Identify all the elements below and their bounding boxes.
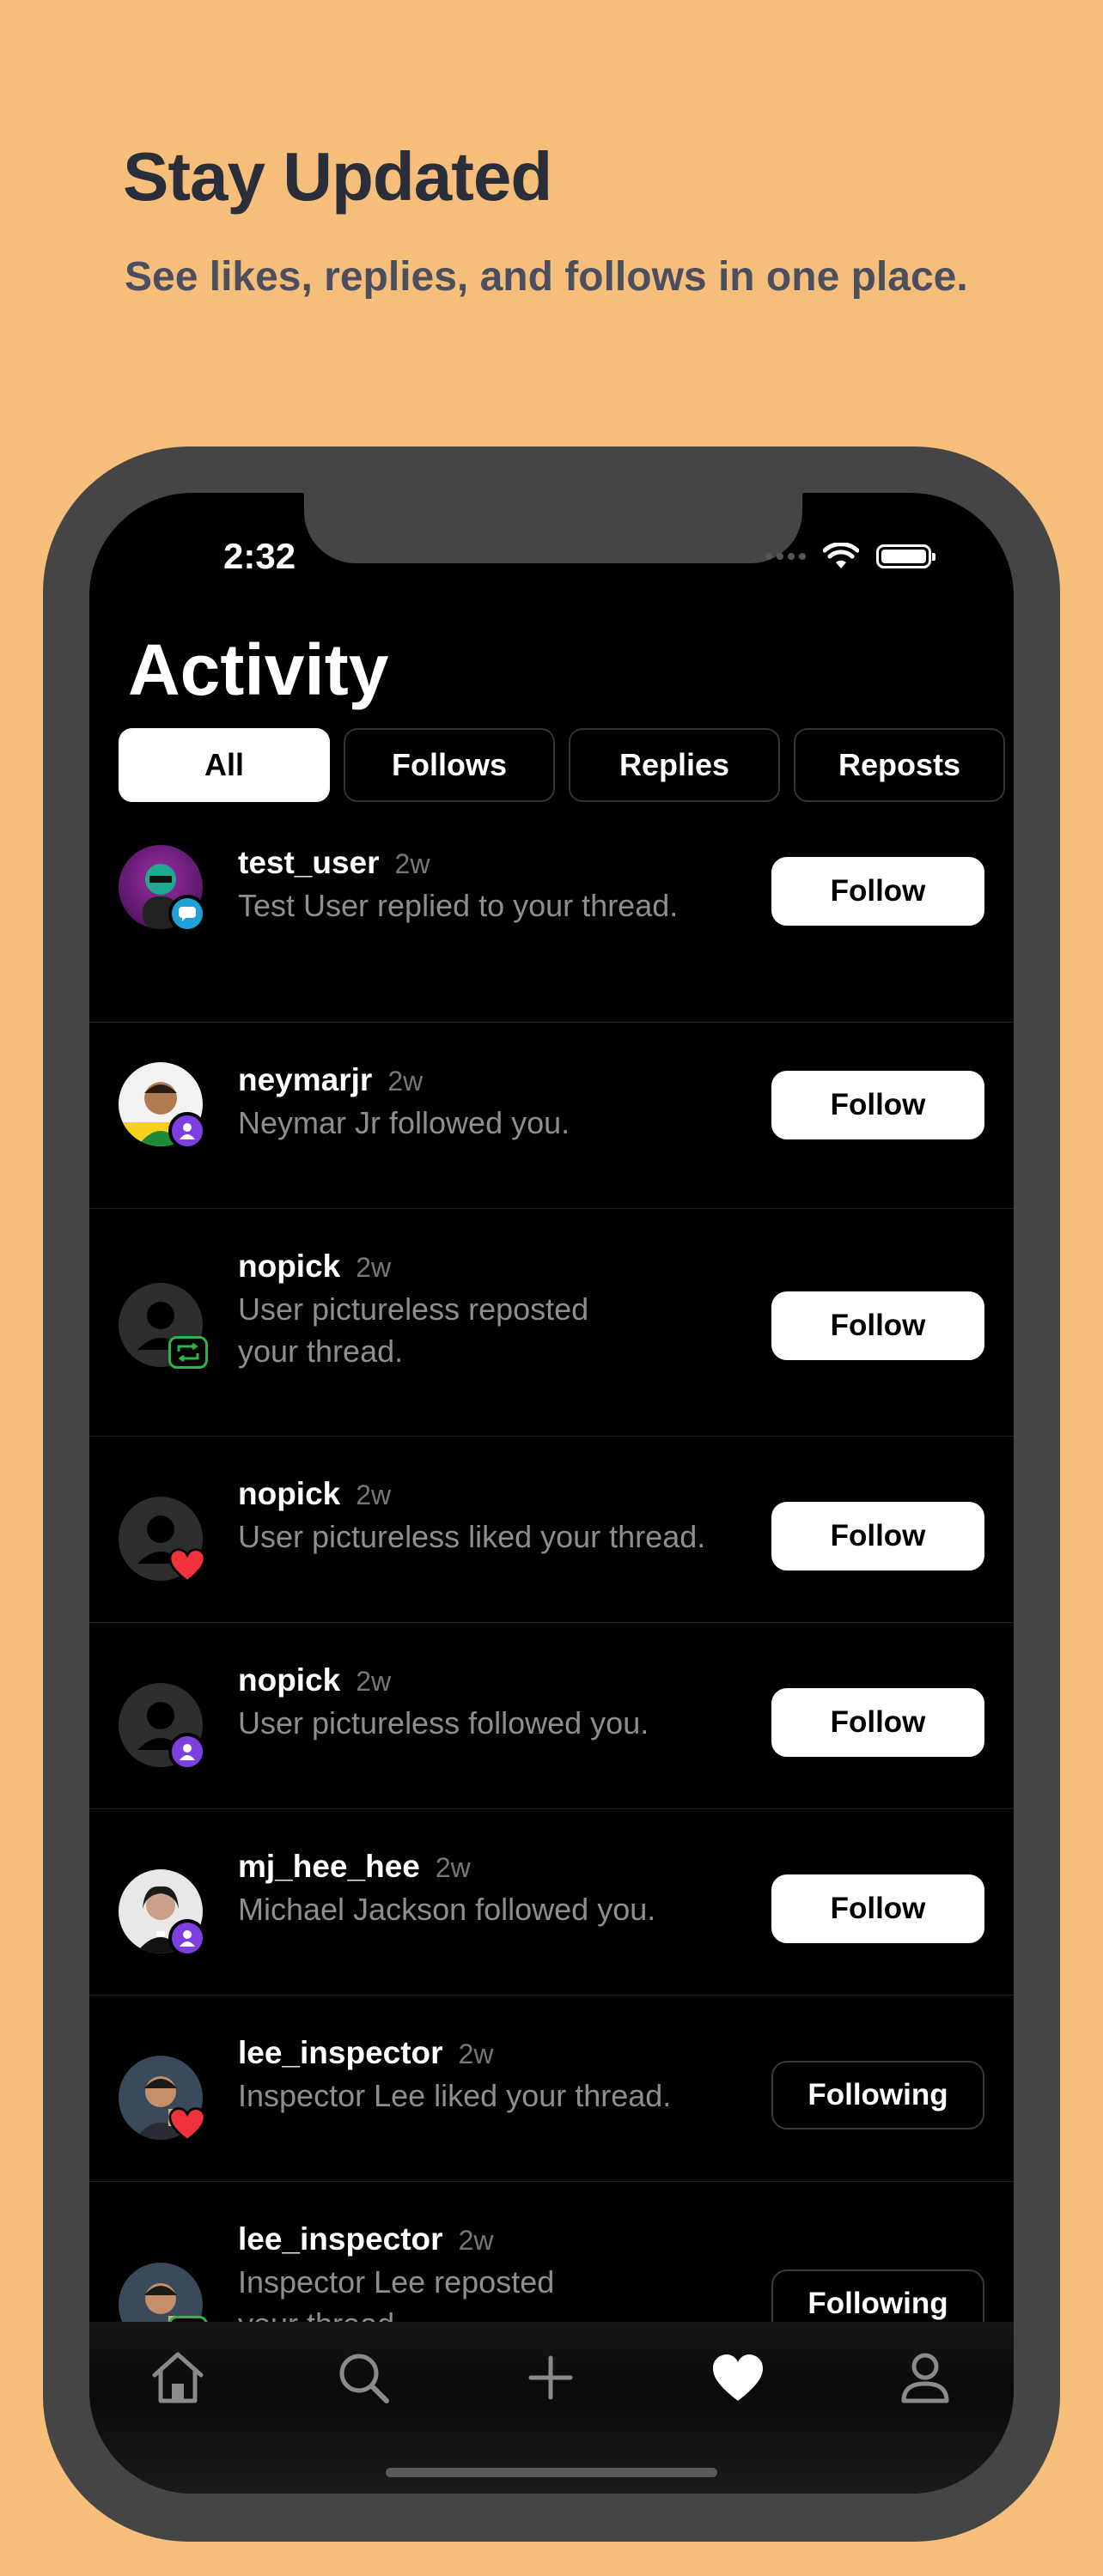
notch — [304, 493, 802, 563]
tab-all[interactable]: All — [119, 728, 330, 802]
signal-icon — [765, 553, 806, 560]
username[interactable]: mj_hee_hee — [238, 1849, 420, 1885]
follow-button[interactable]: Follow — [771, 1874, 984, 1943]
profile-icon[interactable] — [895, 2348, 955, 2408]
wifi-icon — [823, 543, 859, 568]
time-ago: 2w — [356, 1252, 392, 1283]
username[interactable]: lee_inspector — [238, 2035, 443, 2071]
follow-icon — [168, 1733, 206, 1771]
search-icon[interactable] — [333, 2348, 393, 2408]
time-ago: 2w — [356, 1666, 392, 1697]
follow-button[interactable]: Follow — [771, 1502, 984, 1571]
tab-follows[interactable]: Follows — [344, 728, 555, 802]
promo-title: Stay Updated — [123, 138, 552, 215]
activity-text: Inspector Lee liked your thread. — [238, 2078, 672, 2113]
activity-row[interactable]: nopick 2w User pictureless reposted your… — [89, 1209, 1014, 1437]
activity-text: User pictureless followed you. — [238, 1705, 649, 1741]
time-ago: 2w — [458, 2225, 494, 2256]
repost-icon — [168, 1336, 208, 1369]
home-icon[interactable] — [148, 2348, 208, 2408]
promo-subtitle: See likes, replies, and follows in one p… — [125, 254, 968, 300]
activity-text: User pictureless liked your thread. — [238, 1519, 706, 1554]
status-icons — [765, 543, 935, 570]
heart-icon — [168, 1546, 206, 1584]
time-ago: 2w — [458, 2038, 494, 2069]
activity-list: test_user 2w Test User replied to your t… — [89, 836, 1014, 2409]
time-ago: 2w — [435, 1852, 471, 1883]
activity-row[interactable]: lee_inspector 2w Inspector Lee liked you… — [89, 1996, 1014, 2182]
time-ago: 2w — [394, 848, 430, 879]
reply-icon — [168, 895, 206, 933]
username[interactable]: nopick — [238, 1662, 340, 1698]
tab-reposts[interactable]: Reposts — [794, 728, 1005, 802]
activity-row[interactable]: mj_hee_hee 2w Michael Jackson followed y… — [89, 1809, 1014, 1996]
status-time: 2:32 — [223, 536, 296, 576]
activity-row[interactable]: nopick 2w User pictureless liked your th… — [89, 1437, 1014, 1623]
activity-text: User pictureless reposted your thread. — [238, 1291, 589, 1369]
activity-text: Test User replied to your thread. — [238, 888, 679, 923]
heart-icon — [168, 2105, 206, 2143]
follow-button[interactable]: Follow — [771, 857, 984, 926]
heart-icon[interactable] — [708, 2348, 768, 2408]
username[interactable]: test_user — [238, 845, 380, 881]
follow-icon — [168, 1112, 206, 1150]
phone-screen: 2:32 Activity All Follows Replies Repost… — [89, 493, 1014, 2494]
page-title: Activity — [128, 629, 389, 710]
follow-icon — [168, 1919, 206, 1957]
username[interactable]: lee_inspector — [238, 2221, 443, 2257]
follow-button[interactable]: Follow — [771, 1291, 984, 1360]
follow-button[interactable]: Follow — [771, 1688, 984, 1757]
activity-row[interactable]: test_user 2w Test User replied to your t… — [89, 836, 1014, 1023]
follow-button[interactable]: Follow — [771, 1071, 984, 1139]
plus-icon[interactable] — [521, 2348, 581, 2408]
time-ago: 2w — [387, 1066, 424, 1097]
battery-icon — [876, 544, 935, 568]
tab-replies[interactable]: Replies — [569, 728, 780, 802]
activity-row[interactable]: nopick 2w User pictureless followed you.… — [89, 1623, 1014, 1809]
activity-text: Michael Jackson followed you. — [238, 1892, 656, 1927]
home-indicator[interactable] — [386, 2468, 717, 2477]
username[interactable]: neymarjr — [238, 1062, 372, 1098]
username[interactable]: nopick — [238, 1249, 340, 1285]
username[interactable]: nopick — [238, 1476, 340, 1512]
following-button[interactable]: Following — [771, 2061, 984, 2129]
time-ago: 2w — [356, 1479, 392, 1510]
activity-text: Neymar Jr followed you. — [238, 1105, 570, 1140]
filter-tabs: All Follows Replies Reposts — [119, 728, 1005, 802]
activity-row[interactable]: neymarjr 2w Neymar Jr followed you. Foll… — [89, 1023, 1014, 1209]
